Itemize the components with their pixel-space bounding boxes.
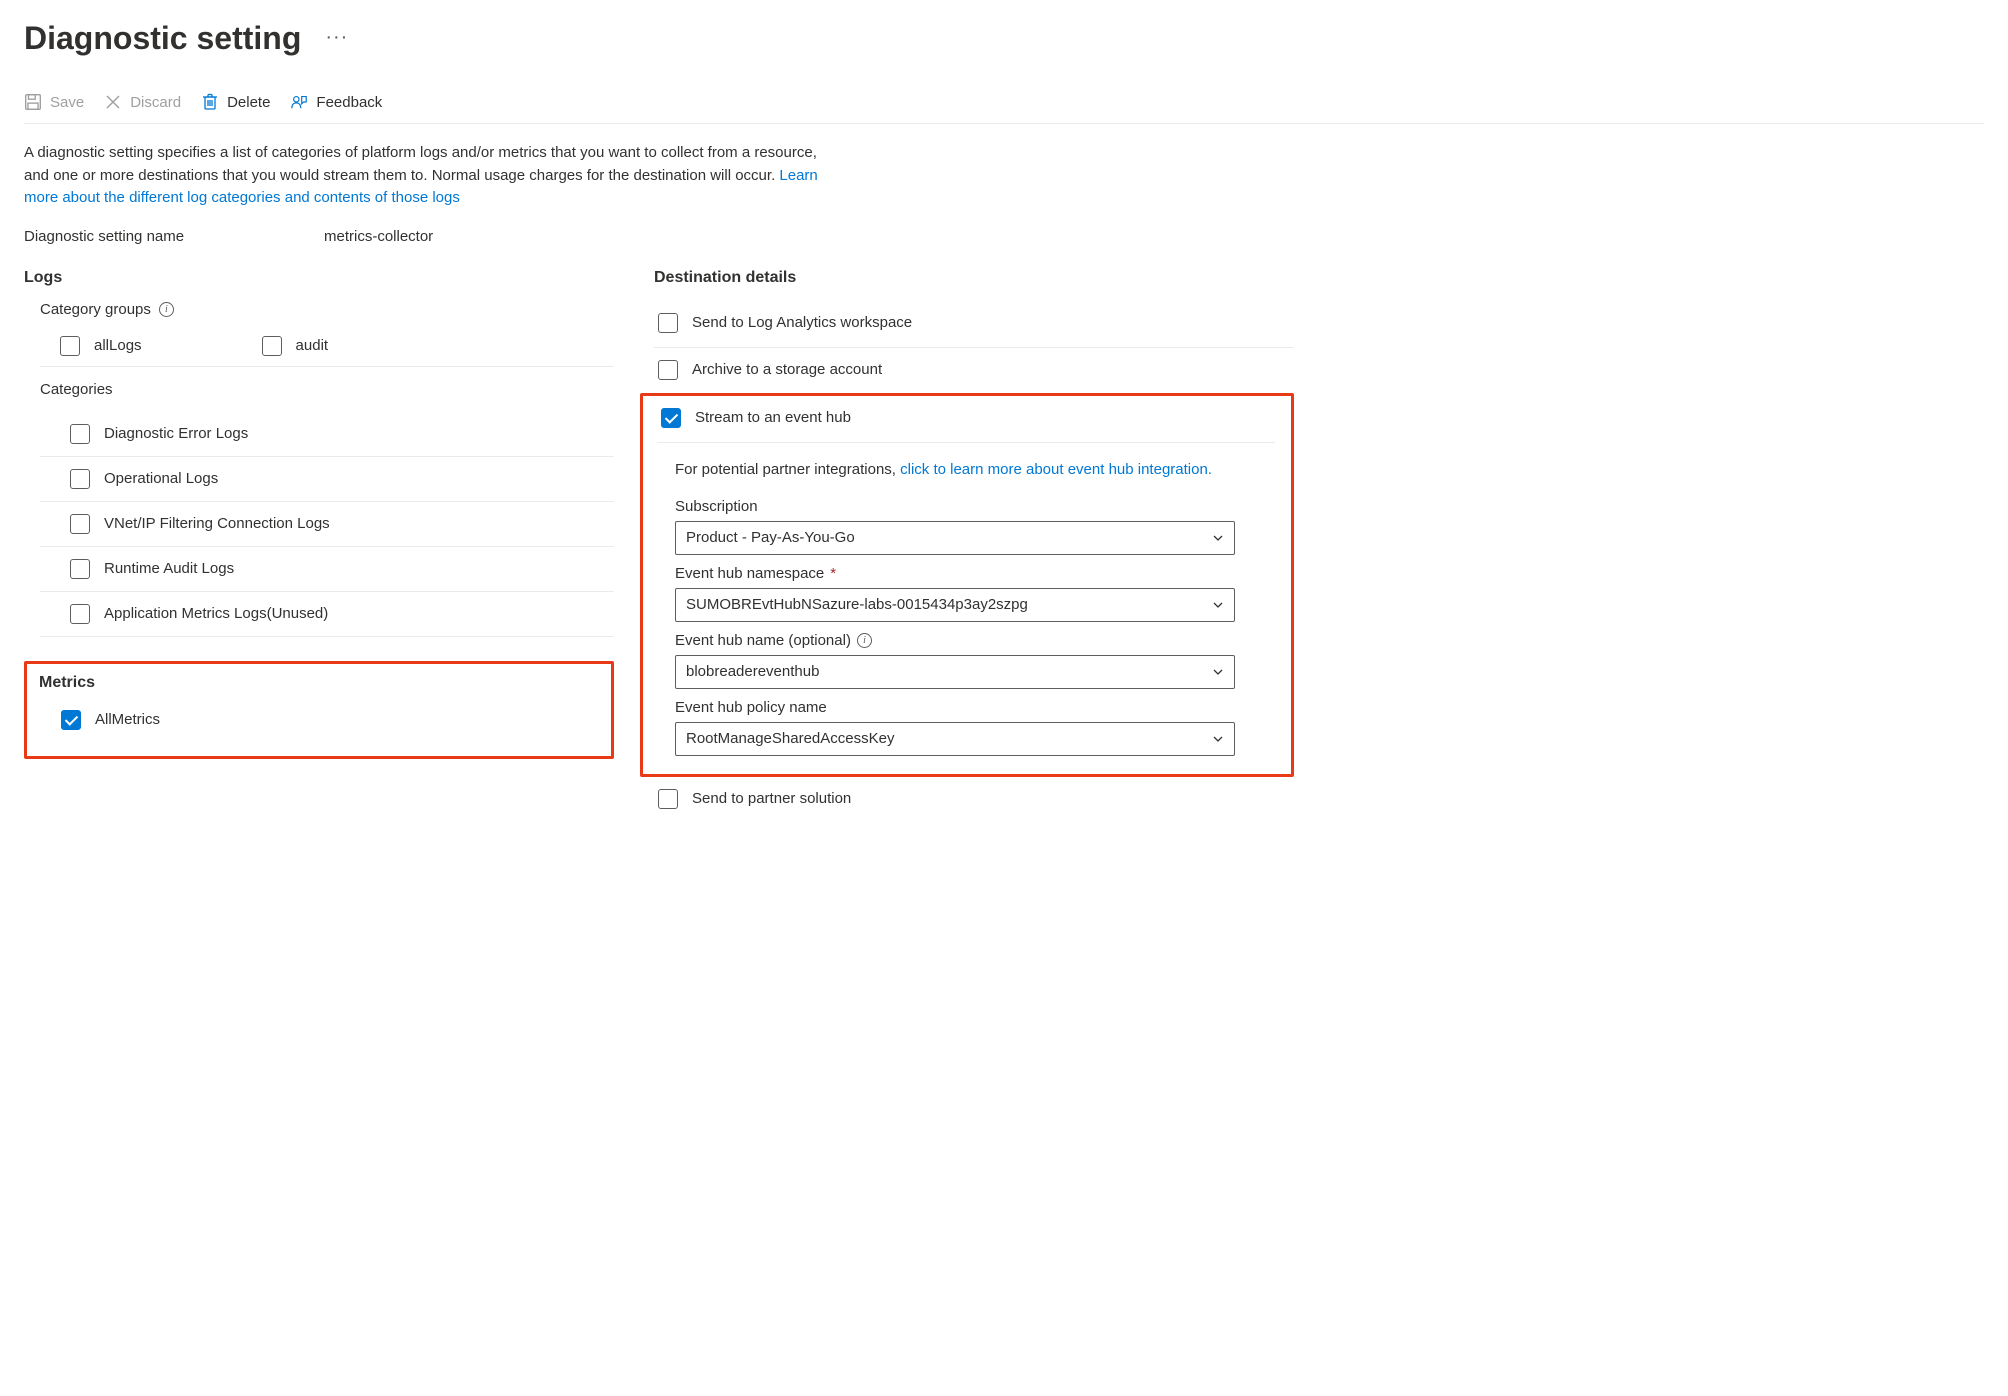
checkbox-partner-solution[interactable]: Send to partner solution	[658, 789, 1294, 809]
save-icon	[24, 93, 42, 111]
checkbox-diagnostic-error-logs[interactable]: Diagnostic Error Logs	[70, 424, 614, 444]
delete-button[interactable]: Delete	[201, 93, 270, 111]
checkbox-label: Send to Log Analytics workspace	[692, 314, 912, 331]
categories-label: Categories	[40, 381, 614, 398]
checkbox-operational-logs[interactable]: Operational Logs	[70, 469, 614, 489]
discard-button[interactable]: Discard	[104, 93, 181, 111]
policy-select[interactable]: RootManageSharedAccessKey	[675, 722, 1235, 756]
checkbox-label: Archive to a storage account	[692, 361, 882, 378]
checkbox-icon	[70, 604, 90, 624]
policy-label: Event hub policy name	[675, 699, 1275, 716]
setting-name-value: metrics-collector	[324, 228, 433, 245]
checkbox-label: allLogs	[94, 337, 142, 354]
checkbox-label: Send to partner solution	[692, 790, 851, 807]
chevron-down-icon	[1212, 599, 1224, 611]
checkbox-icon	[60, 336, 80, 356]
discard-label: Discard	[130, 94, 181, 111]
more-actions-button[interactable]: ···	[325, 26, 348, 51]
checkbox-storage-account[interactable]: Archive to a storage account	[658, 360, 1294, 380]
checkbox-icon	[70, 514, 90, 534]
subscription-select[interactable]: Product - Pay-As-You-Go	[675, 521, 1235, 555]
chevron-down-icon	[1212, 666, 1224, 678]
feedback-icon	[290, 93, 308, 111]
checkbox-label: audit	[296, 337, 329, 354]
checkbox-icon	[70, 424, 90, 444]
checkbox-label: Operational Logs	[104, 470, 218, 487]
checkbox-vnet-ip-filtering[interactable]: VNet/IP Filtering Connection Logs	[70, 514, 614, 534]
event-hub-note: For potential partner integrations, clic…	[675, 461, 1275, 478]
checkbox-icon	[658, 360, 678, 380]
metrics-heading: Metrics	[39, 674, 601, 692]
info-icon[interactable]: i	[857, 633, 872, 648]
namespace-select[interactable]: SUMOBREvtHubNSazure-labs-0015434p3ay2szp…	[675, 588, 1235, 622]
info-icon[interactable]: i	[159, 302, 174, 317]
checkbox-log-analytics[interactable]: Send to Log Analytics workspace	[658, 313, 1294, 333]
checkbox-icon	[61, 710, 81, 730]
description-text: A diagnostic setting specifies a list of…	[24, 142, 844, 210]
checkbox-icon	[70, 469, 90, 489]
select-value: RootManageSharedAccessKey	[686, 730, 894, 747]
checkbox-all-metrics[interactable]: AllMetrics	[61, 702, 601, 738]
event-hub-learn-link[interactable]: click to learn more about event hub inte…	[900, 461, 1212, 478]
checkbox-label: VNet/IP Filtering Connection Logs	[104, 515, 330, 532]
checkbox-event-hub[interactable]: Stream to an event hub	[661, 408, 1275, 428]
subscription-label: Subscription	[675, 498, 1275, 515]
discard-icon	[104, 93, 122, 111]
eh-name-select[interactable]: blobreadereventhub	[675, 655, 1235, 689]
setting-name-label: Diagnostic setting name	[24, 228, 324, 245]
checkbox-icon	[262, 336, 282, 356]
delete-icon	[201, 93, 219, 111]
checkbox-icon	[658, 313, 678, 333]
chevron-down-icon	[1212, 733, 1224, 745]
eh-name-label: Event hub name (optional) i	[675, 632, 1275, 649]
feedback-label: Feedback	[316, 94, 382, 111]
chevron-down-icon	[1212, 532, 1224, 544]
metrics-highlight: Metrics AllMetrics	[24, 661, 614, 759]
checkbox-label: Application Metrics Logs(Unused)	[104, 605, 328, 622]
save-label: Save	[50, 94, 84, 111]
required-mark: *	[830, 565, 836, 582]
checkbox-label: AllMetrics	[95, 711, 160, 728]
destination-heading: Destination details	[654, 269, 1294, 287]
checkbox-label: Diagnostic Error Logs	[104, 425, 248, 442]
feedback-button[interactable]: Feedback	[290, 93, 382, 111]
select-value: blobreadereventhub	[686, 663, 819, 680]
save-button[interactable]: Save	[24, 93, 84, 111]
checkbox-icon	[70, 559, 90, 579]
delete-label: Delete	[227, 94, 270, 111]
select-value: SUMOBREvtHubNSazure-labs-0015434p3ay2szp…	[686, 596, 1028, 613]
logs-heading: Logs	[24, 269, 614, 287]
checkbox-application-metrics-logs[interactable]: Application Metrics Logs(Unused)	[70, 604, 614, 624]
toolbar: Save Discard Delete Feedback	[24, 93, 1984, 124]
checkbox-runtime-audit-logs[interactable]: Runtime Audit Logs	[70, 559, 614, 579]
page-title: Diagnostic setting	[24, 20, 301, 57]
checkbox-icon	[658, 789, 678, 809]
checkbox-label: Runtime Audit Logs	[104, 560, 234, 577]
checkbox-label: Stream to an event hub	[695, 409, 851, 426]
checkbox-all-logs[interactable]: allLogs	[60, 332, 142, 360]
category-groups-label: Category groups i	[40, 301, 614, 318]
event-hub-highlight: Stream to an event hub For potential par…	[640, 393, 1294, 777]
namespace-label: Event hub namespace *	[675, 565, 1275, 582]
checkbox-icon	[661, 408, 681, 428]
select-value: Product - Pay-As-You-Go	[686, 529, 855, 546]
checkbox-audit[interactable]: audit	[262, 332, 329, 360]
